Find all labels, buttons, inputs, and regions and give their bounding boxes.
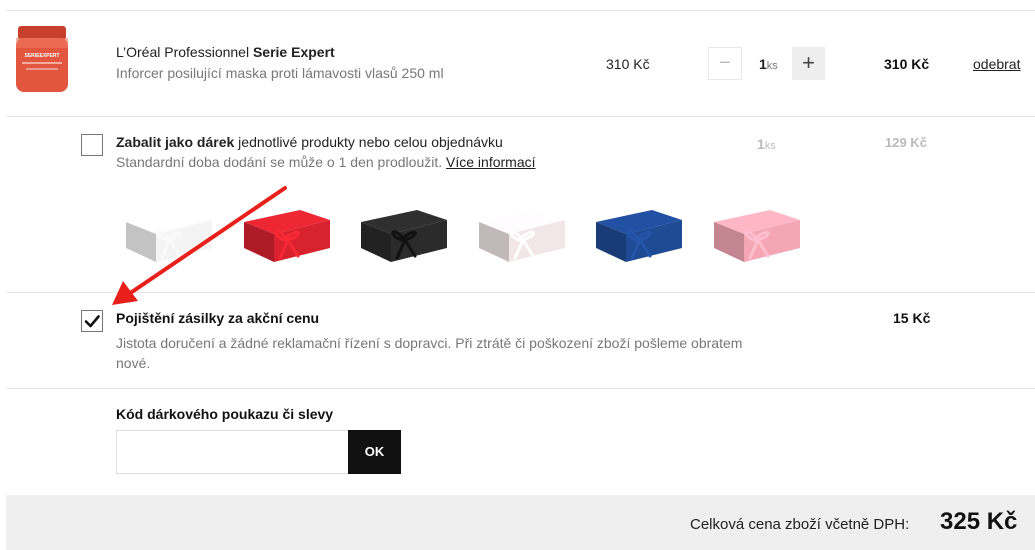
gift-wrap-subtitle: Standardní doba dodání se může o 1 den p… — [116, 154, 536, 170]
product-brand: L’Oréal Professionnel — [116, 44, 250, 60]
gift-wrap-title-rest: jednotlivé produkty nebo celou objednávk… — [234, 134, 503, 150]
unit-price: 310 Kč — [606, 56, 650, 72]
blue-gift-box[interactable] — [592, 204, 684, 266]
qty-unit: ks — [766, 60, 778, 72]
qty-decrease-button[interactable]: − — [708, 47, 742, 80]
product-divider — [6, 116, 1035, 117]
product-line: Serie Expert — [252, 44, 335, 60]
insurance-price: 15 Kč — [893, 310, 931, 326]
qty-increase-button[interactable]: + — [792, 47, 825, 80]
gift-wrap-qty: 1ks — [757, 136, 776, 152]
more-info-link[interactable]: Více informací — [446, 154, 535, 170]
thumb-brand-label: SERIEEXPERT — [24, 53, 59, 59]
gift-wrap-title: Zabalit jako dárek jednotlivé produkty n… — [116, 134, 503, 150]
insurance-divider — [6, 388, 1035, 389]
product-thumbnail[interactable]: SERIEEXPERT — [12, 22, 72, 96]
gift-wrap-checkbox[interactable] — [81, 134, 103, 156]
coupon-label: Kód dárkového poukazu či slevy — [116, 406, 334, 422]
total-label: Celková cena zboží včetně DPH: — [690, 516, 910, 533]
pearl-gift-box[interactable] — [475, 204, 567, 266]
insurance-title: Pojištění zásilky za akční cenu — [116, 310, 320, 326]
product-title[interactable]: L’Oréal Professionnel Serie Expert — [116, 44, 335, 60]
gift-wrap-price: 129 Kč — [885, 135, 927, 150]
coupon-input[interactable] — [116, 430, 348, 474]
top-divider — [6, 10, 1035, 11]
coupon-submit-button[interactable]: OK — [348, 430, 401, 474]
product-description: Inforcer posilující maska proti lámavost… — [116, 65, 444, 81]
pink-gift-box[interactable] — [710, 204, 802, 266]
gift-wrap-title-bold: Zabalit jako dárek — [116, 134, 235, 150]
insurance-description: Jistota doručení a žádné reklamační říze… — [116, 335, 743, 371]
insurance-checkbox[interactable] — [81, 310, 103, 332]
gift-wrap-qty-number: 1 — [757, 136, 765, 152]
gift-wrap-qty-unit: ks — [764, 140, 776, 152]
black-gift-box[interactable] — [357, 204, 449, 266]
row-total-price: 310 Kč — [884, 56, 930, 72]
qty-value: 1ks — [759, 56, 778, 72]
qty-number: 1 — [759, 56, 767, 72]
annotation-arrow-icon — [112, 186, 287, 305]
gift-wrap-subtitle-text: Standardní doba dodání se může o 1 den p… — [116, 154, 447, 170]
remove-link[interactable]: odebrat — [973, 56, 1020, 72]
total-value: 325 Kč — [940, 508, 1018, 535]
check-icon — [84, 315, 100, 328]
